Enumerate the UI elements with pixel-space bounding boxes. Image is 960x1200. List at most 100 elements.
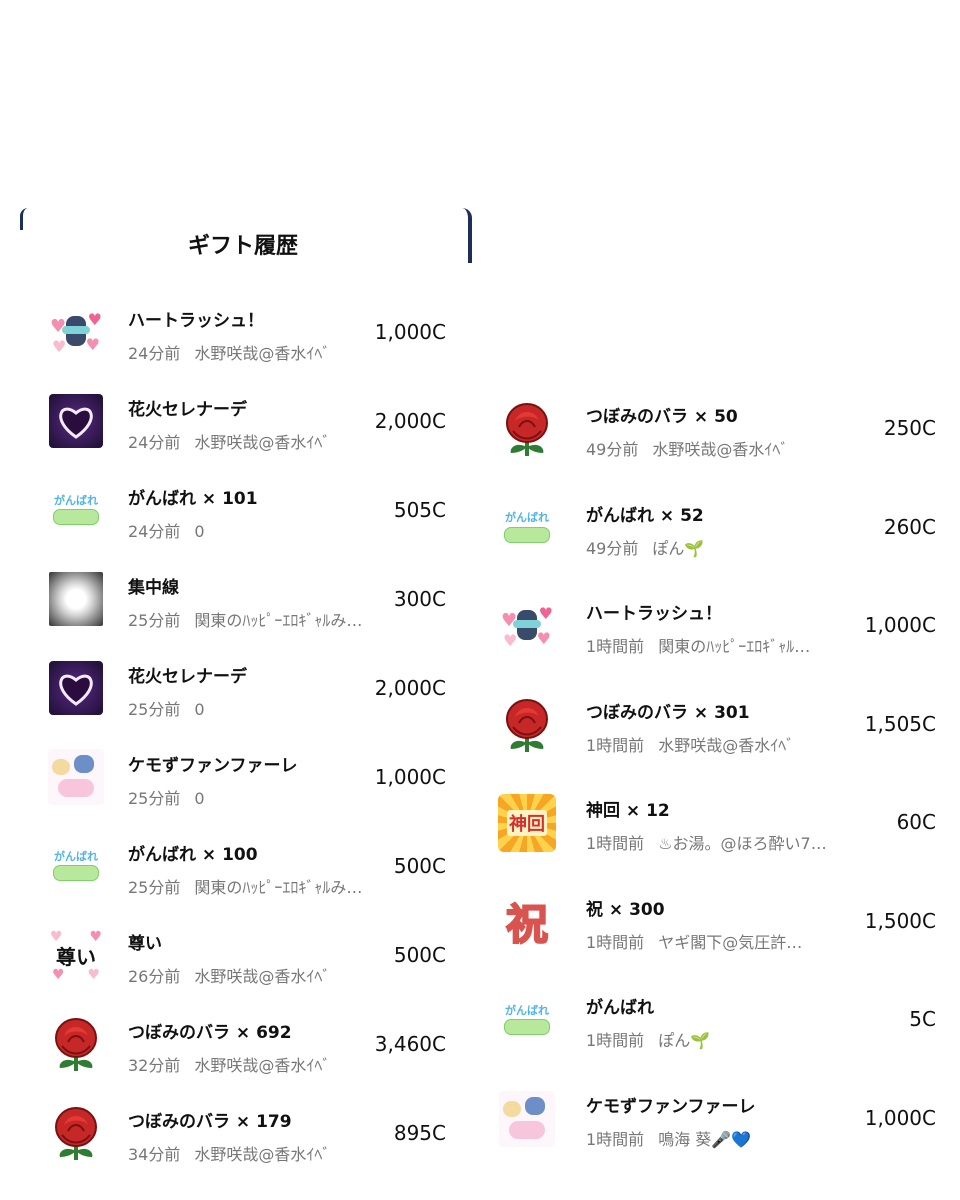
iwai-text: 祝: [505, 899, 549, 950]
gift-time: 1時間前: [586, 834, 645, 853]
gift-time: 25分前: [128, 700, 181, 719]
gift-name: がんばれ × 100: [128, 845, 258, 865]
gift-history-row[interactable]: がんばれ がんばれ 1時間前 ぽん🌱 5C: [480, 985, 960, 1065]
gift-name: つぼみのバラ × 50: [586, 407, 738, 427]
gift-history-row[interactable]: 花火セレナーデ 24分前 水野咲哉@香水ｲﾍﾞ 2,000C: [18, 387, 468, 467]
gift-meta: 1時間前 関東のﾊｯﾋﾟｰｴﾛｷﾞｬﾙ…: [586, 633, 810, 657]
gift-name: つぼみのバラ × 179: [128, 1112, 292, 1132]
gift-price: 3,460C: [374, 1032, 446, 1056]
gift-meta: 24分前 水野咲哉@香水ｲﾍﾞ: [128, 340, 330, 364]
gift-price: 1,000C: [864, 1105, 936, 1130]
ganbare-text: がんばれ: [54, 849, 98, 863]
gift-meta: 49分前 水野咲哉@香水ｲﾍﾞ: [586, 436, 788, 460]
rose-icon: [48, 1105, 104, 1161]
gift-sender: 0: [194, 700, 205, 719]
gift-history-row[interactable]: ♥ ♥ ♥ ♥ ハートラッシュ！ 24分前 水野咲哉@香水ｲﾍﾞ 1,000C: [18, 298, 468, 378]
gift-sender: 関東のﾊｯﾋﾟｰｴﾛｷﾞｬﾙみ…: [194, 611, 363, 630]
gift-name: つぼみのバラ × 301: [586, 702, 750, 723]
gift-history-row[interactable]: 神回 神回 × 12 1時間前 ♨お湯。@ほろ酔い7… 60C: [480, 788, 960, 868]
gift-meta: 26分前 水野咲哉@香水ｲﾍﾞ: [128, 963, 330, 987]
gift-price: 250C: [883, 416, 936, 440]
ganbare-icon: がんばれ: [498, 499, 556, 557]
gift-sender: 水野咲哉@香水ｲﾍﾞ: [194, 1056, 331, 1075]
gift-sender: 関東のﾊｯﾋﾟｰｴﾛｷﾞｬﾙ…: [658, 637, 811, 656]
gift-sender: 0: [194, 789, 205, 808]
gift-price: 505C: [393, 498, 446, 522]
ganbare-icon: がんばれ: [48, 838, 104, 894]
gift-name: ケモずファンファーレ: [128, 756, 298, 776]
gift-history-row[interactable]: つぼみのバラ × 692 32分前 水野咲哉@香水ｲﾍﾞ 3,460C: [18, 1010, 468, 1090]
gift-sender: ♨お湯。@ほろ酔い7…: [658, 834, 827, 853]
gift-meta: 25分前 関東のﾊｯﾋﾟｰｴﾛｷﾞｬﾙみ…: [128, 607, 362, 631]
gift-price: 60C: [896, 810, 936, 834]
gift-name: つぼみのバラ × 692: [128, 1023, 292, 1043]
gift-name: 神回 × 12: [586, 801, 670, 821]
gift-meta: 24分前 0: [128, 518, 205, 542]
gift-meta: 1時間前 ぽん🌱: [586, 1027, 710, 1051]
rose-icon: [48, 1016, 104, 1072]
gift-history-row[interactable]: ケモずファンファーレ 25分前 0 1,000C: [18, 743, 468, 823]
gift-sender: 0: [194, 522, 205, 541]
gift-name: ケモずファンファーレ: [586, 1096, 756, 1117]
gift-price: 300C: [393, 587, 446, 611]
gift-sender: 関東のﾊｯﾋﾟｰｴﾛｷﾞｬﾙみ…: [194, 878, 363, 897]
gift-meta: 49分前 ぽん🌱: [586, 535, 704, 559]
gift-time: 25分前: [128, 611, 181, 630]
gift-time: 1時間前: [586, 1031, 645, 1050]
gift-time: 26分前: [128, 967, 181, 986]
gift-price: 895C: [393, 1121, 446, 1145]
gift-name: がんばれ × 101: [128, 489, 258, 509]
gift-time: 49分前: [586, 538, 639, 558]
gift-history-row[interactable]: ケモずファンファーレ 1時間前 鳴海 葵🎤💙 1,000C: [480, 1084, 960, 1164]
kemozu-fanfare-icon: [48, 749, 104, 805]
gift-history-row[interactable]: がんばれ がんばれ × 101 24分前 0 505C: [18, 476, 468, 556]
ganbare-text: がんばれ: [54, 493, 98, 507]
gift-history-row[interactable]: つぼみのバラ × 50 49分前 水野咲哉@香水ｲﾍﾞ 250C: [480, 394, 960, 474]
gift-name: 祝 × 300: [586, 899, 665, 920]
heart-rush-icon: ♥ ♥ ♥ ♥: [501, 604, 553, 650]
gift-history-row[interactable]: つぼみのバラ × 301 1時間前 水野咲哉@香水ｲﾍﾞ 1,505C: [480, 690, 960, 770]
gift-time: 25分前: [128, 878, 181, 897]
gift-price: 1,000C: [374, 765, 446, 789]
gift-history-panel-right: つぼみのバラ × 50 49分前 水野咲哉@香水ｲﾍﾞ 250C がんばれ がんばれ …: [480, 380, 960, 1180]
gift-time: 24分前: [128, 522, 181, 541]
gift-time: 1時間前: [586, 637, 645, 656]
gift-meta: 25分前 0: [128, 785, 205, 809]
gift-sender: 水野咲哉@香水ｲﾍﾞ: [194, 1145, 331, 1164]
fireworks-heart-icon: [48, 393, 104, 449]
gift-history-row[interactable]: ♥ ♥ ♥ ♥ ハートラッシュ！ 1時間前 関東のﾊｯﾋﾟｰｴﾛｷﾞｬﾙ… 1,000…: [480, 591, 960, 671]
gift-time: 32分前: [128, 1056, 181, 1075]
gift-sender: 水野咲哉@香水ｲﾍﾞ: [652, 440, 789, 459]
kamikai-text: 神回: [507, 810, 547, 836]
gift-name: 花火セレナーデ: [128, 667, 247, 687]
gift-name: がんばれ × 52: [586, 505, 704, 526]
gift-sender: 水野咲哉@香水ｲﾍﾞ: [194, 344, 331, 363]
gift-name: 集中線: [128, 578, 179, 598]
gift-sender: 水野咲哉@香水ｲﾍﾞ: [194, 433, 331, 452]
gift-name: がんばれ: [586, 998, 654, 1018]
gift-meta: 24分前 水野咲哉@香水ｲﾍﾞ: [128, 429, 330, 453]
gift-history-row[interactable]: 集中線 25分前 関東のﾊｯﾋﾟｰｴﾛｷﾞｬﾙみ… 300C: [18, 565, 468, 645]
toutoi-icon: ♥ ♥ ♥ ♥ 尊い: [50, 929, 102, 983]
gift-price: 500C: [393, 943, 446, 967]
gift-meta: 1時間前 ヤギ閣下@気圧許…: [586, 929, 802, 953]
gift-history-row[interactable]: 花火セレナーデ 25分前 0 2,000C: [18, 654, 468, 734]
gift-history-row[interactable]: がんばれ がんばれ × 52 49分前 ぽん🌱 260C: [480, 493, 960, 573]
gift-meta: 1時間前 水野咲哉@香水ｲﾍﾞ: [586, 732, 794, 756]
rose-icon: [498, 400, 556, 458]
gift-price: 1,500C: [864, 908, 936, 933]
gift-history-row[interactable]: がんばれ がんばれ × 100 25分前 関東のﾊｯﾋﾟｰｴﾛｷﾞｬﾙみ… 500C: [18, 832, 468, 912]
gift-history-row[interactable]: 祝 祝 × 300 1時間前 ヤギ閣下@気圧許… 1,500C: [480, 887, 960, 967]
gift-price: 260C: [883, 514, 936, 539]
gift-time: 34分前: [128, 1145, 181, 1164]
gift-history-row[interactable]: つぼみのバラ × 179 34分前 水野咲哉@香水ｲﾍﾞ 895C: [18, 1099, 468, 1179]
gift-price: 2,000C: [374, 409, 446, 433]
gift-price: 5C: [909, 1007, 936, 1031]
fireworks-heart-icon: [48, 660, 104, 716]
gift-meta: 1時間前 ♨お湯。@ほろ酔い7…: [586, 830, 827, 854]
gift-sender: ぽん🌱: [652, 538, 705, 558]
gift-time: 25分前: [128, 789, 181, 808]
gift-time: 24分前: [128, 433, 181, 452]
gift-history-row[interactable]: ♥ ♥ ♥ ♥ 尊い 尊い 26分前 水野咲哉@香水ｲﾍﾞ 500C: [18, 921, 468, 1001]
iwai-icon: 祝: [498, 893, 556, 951]
